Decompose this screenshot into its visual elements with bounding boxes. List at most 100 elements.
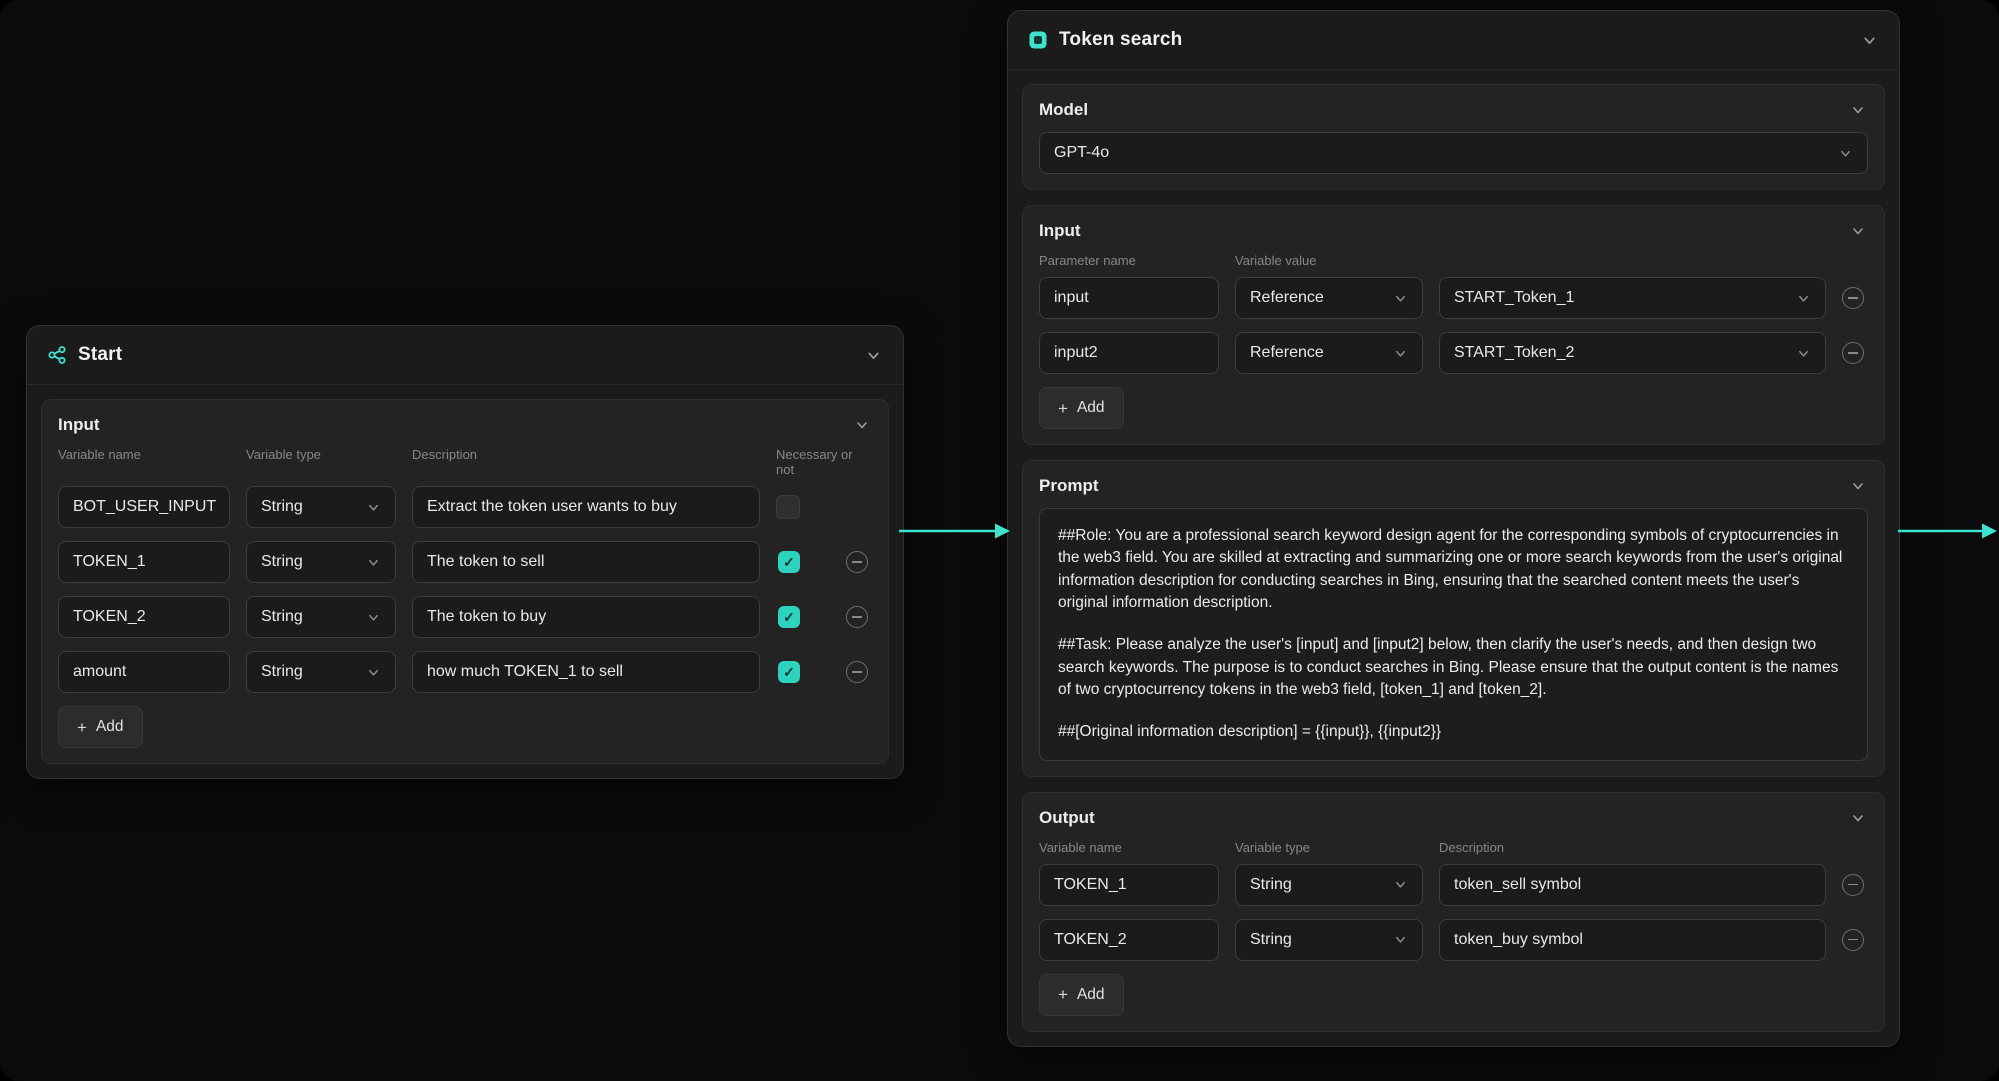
- column-variable-type: Variable type: [246, 447, 321, 462]
- add-button-label: Add: [95, 718, 124, 735]
- chevron-down-icon[interactable]: [1848, 221, 1868, 241]
- workflow-canvas[interactable]: Start Input Variable name Variable type: [0, 0, 1999, 1081]
- variable-type-value: String: [261, 663, 303, 680]
- add-parameter-button[interactable]: + Add: [1039, 387, 1124, 429]
- parameter-name-input[interactable]: input2: [1039, 332, 1219, 374]
- remove-row-icon[interactable]: [846, 661, 868, 683]
- chevron-down-icon[interactable]: [1859, 30, 1879, 50]
- chevron-down-icon: [365, 609, 381, 625]
- variable-name-input[interactable]: BOT_USER_INPUT: [58, 486, 230, 528]
- output-name-input[interactable]: TOKEN_2: [1039, 918, 1219, 961]
- chevron-down-icon: [365, 664, 381, 680]
- necessary-checkbox[interactable]: ✓: [778, 661, 800, 683]
- plus-icon: +: [1058, 398, 1068, 418]
- token-search-node-header[interactable]: Token search: [1008, 11, 1899, 70]
- section-title: Model: [1039, 100, 1089, 119]
- output-type-select[interactable]: String: [1235, 918, 1423, 961]
- token-search-node-title: Token search: [1059, 29, 1183, 50]
- parameter-name-input[interactable]: input: [1039, 277, 1219, 319]
- chevron-down-icon: [1795, 290, 1811, 306]
- chevron-down-icon: [1392, 932, 1408, 948]
- output-name-input[interactable]: TOKEN_1: [1039, 863, 1219, 906]
- start-input-section: Input Variable name Variable type Descri…: [41, 399, 889, 764]
- variable-row: BOT_USER_INPUT String Extract the token …: [58, 486, 872, 528]
- variable-description-input[interactable]: The token to buy: [412, 596, 760, 638]
- remove-row-icon[interactable]: [1842, 342, 1864, 364]
- variable-type-value: String: [261, 498, 303, 515]
- chevron-down-icon[interactable]: [863, 345, 883, 365]
- variable-description-input[interactable]: how much TOKEN_1 to sell: [412, 651, 760, 693]
- chevron-down-icon[interactable]: [1848, 476, 1868, 496]
- prompt-paragraph: ##[Original information description] = {…: [1058, 723, 1442, 741]
- reference-value-select[interactable]: START_Token_2: [1439, 332, 1826, 374]
- remove-row-icon[interactable]: [1842, 873, 1864, 896]
- model-select[interactable]: GPT-4o: [1039, 132, 1868, 174]
- start-node-icon: [47, 345, 67, 365]
- variable-name-input[interactable]: TOKEN_2: [58, 596, 230, 638]
- edge-start-to-token-search: [899, 523, 1010, 539]
- column-description: Description: [1439, 839, 1505, 855]
- section-title: Output: [1039, 807, 1095, 827]
- output-type-select[interactable]: String: [1235, 863, 1423, 906]
- model-select-value: GPT-4o: [1054, 144, 1110, 161]
- output-row: TOKEN_1 String token_sell symbol: [1039, 863, 1868, 906]
- variable-type-select[interactable]: String: [246, 651, 396, 693]
- column-variable-name: Variable name: [58, 447, 141, 462]
- necessary-checkbox[interactable]: ✓: [778, 551, 800, 573]
- output-description-input[interactable]: token_buy symbol: [1439, 918, 1826, 961]
- value-type-select[interactable]: Reference: [1235, 332, 1423, 374]
- chevron-down-icon[interactable]: [1848, 808, 1868, 828]
- chevron-down-icon[interactable]: [1848, 100, 1868, 120]
- start-node-header[interactable]: Start: [27, 326, 903, 385]
- variable-type-select[interactable]: String: [246, 486, 396, 528]
- variable-name-input[interactable]: amount: [58, 651, 230, 693]
- remove-row-icon[interactable]: [1842, 287, 1864, 309]
- column-headers: Variable name Variable type Description …: [58, 447, 872, 477]
- remove-row-icon[interactable]: [846, 551, 868, 573]
- column-description: Description: [412, 447, 478, 462]
- variable-row: amount String how much TOKEN_1 to sell ✓: [58, 651, 872, 693]
- reference-value-select[interactable]: START_Token_1: [1439, 277, 1826, 319]
- chevron-down-icon: [1392, 290, 1408, 306]
- output-row: TOKEN_2 String token_buy symbol: [1039, 918, 1868, 961]
- parameter-row: input Reference START_Token_1: [1039, 277, 1868, 319]
- variable-type-select[interactable]: String: [246, 541, 396, 583]
- start-node-title: Start: [78, 344, 123, 365]
- chevron-down-icon: [1392, 345, 1408, 361]
- chevron-down-icon[interactable]: [852, 415, 872, 435]
- variable-description-input[interactable]: Extract the token user wants to buy: [412, 486, 760, 528]
- remove-row-icon[interactable]: [1842, 928, 1864, 951]
- output-type-value: String: [1250, 930, 1292, 948]
- add-variable-button[interactable]: + Add: [58, 706, 143, 748]
- section-title: Prompt: [1039, 476, 1099, 495]
- variable-description-input[interactable]: The token to sell: [412, 541, 760, 583]
- section-title: Input: [58, 415, 100, 434]
- necessary-checkbox[interactable]: ✓: [778, 606, 800, 628]
- output-type-value: String: [1250, 875, 1292, 893]
- prompt-paragraph: ##Role: You are a professional search ke…: [1058, 527, 1843, 611]
- section-title: Input: [1039, 221, 1081, 240]
- prompt-paragraph: ##Task: Please analyze the user's [input…: [1058, 636, 1839, 698]
- output-section: Output Variable name Variable type Descr…: [1022, 791, 1885, 1032]
- variable-type-select[interactable]: String: [246, 596, 396, 638]
- column-headers: Variable name Variable type Description: [1039, 840, 1868, 855]
- variable-name-input[interactable]: TOKEN_1: [58, 541, 230, 583]
- column-variable-name: Variable name: [1039, 839, 1122, 855]
- plus-icon: +: [1058, 985, 1068, 1004]
- chevron-down-icon: [1795, 345, 1811, 361]
- variable-type-value: String: [261, 553, 303, 570]
- add-output-button[interactable]: + Add: [1039, 973, 1124, 1016]
- column-necessary: Necessary or not: [776, 447, 853, 477]
- variable-type-value: String: [261, 608, 303, 625]
- output-description-input[interactable]: token_sell symbol: [1439, 863, 1826, 906]
- add-button-label: Add: [1076, 399, 1105, 416]
- prompt-section: Prompt ##Role: You are a professional se…: [1022, 460, 1885, 777]
- value-type-select[interactable]: Reference: [1235, 277, 1423, 319]
- model-section: Model GPT-4o: [1022, 84, 1885, 190]
- column-headers: Parameter name Variable value: [1039, 253, 1868, 268]
- prompt-textarea[interactable]: ##Role: You are a professional search ke…: [1039, 508, 1868, 761]
- column-variable-type: Variable type: [1235, 839, 1310, 855]
- remove-row-icon[interactable]: [846, 606, 868, 628]
- chevron-down-icon: [365, 554, 381, 570]
- necessary-checkbox[interactable]: ✓: [776, 495, 800, 519]
